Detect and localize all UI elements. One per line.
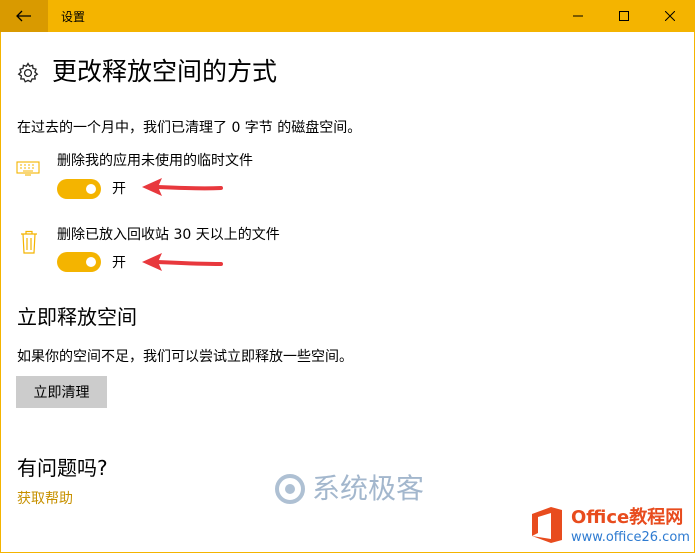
watermark-url: www.office26.com [571,530,690,545]
get-help-link[interactable]: 获取帮助 [17,488,73,508]
free-now-heading: 立即释放空间 [17,305,137,329]
window-title: 设置 [61,10,86,24]
help-heading: 有问题吗? [17,456,108,480]
maximize-button[interactable] [601,0,647,32]
watermark-text: 系统极客 [312,472,425,505]
free-now-description: 如果你的空间不足，我们可以尝试立即释放一些空间。 [17,349,353,365]
watermark-logo-icon [275,474,305,504]
trash-icon [21,230,37,254]
watermark-brand: Office教程网 [571,507,684,528]
clean-now-button[interactable]: 立即清理 [16,376,107,408]
toggle-knob [86,257,96,267]
recycle-bin-toggle[interactable] [57,252,101,272]
option-temp-files-label: 删除我的应用未使用的临时文件 [57,153,253,169]
close-icon [665,11,675,21]
office-logo-icon [532,507,562,543]
annotation-arrow-icon [142,178,223,196]
page-title: 更改释放空间的方式 [52,57,278,86]
annotation-arrow-icon [142,253,223,271]
temp-files-toggle[interactable] [57,179,101,199]
option-recycle-bin-label: 删除已放入回收站 30 天以上的文件 [57,227,280,243]
minimize-button[interactable] [555,0,601,32]
title-bar: 设置 [0,0,695,32]
keyboard-icon [16,161,40,176]
close-button[interactable] [647,0,693,32]
toggle-knob [86,184,96,194]
window-border-left [0,32,1,553]
temp-files-toggle-state: 开 [112,181,126,197]
recycle-bin-toggle-state: 开 [112,255,126,271]
gear-icon [17,62,39,83]
cleanup-summary: 在过去的一个月中，我们已清理了 0 字节 的磁盘空间。 [17,120,362,136]
back-button[interactable] [0,0,48,32]
back-arrow-icon [16,10,31,22]
minimize-icon [573,15,583,17]
maximize-icon [619,11,629,21]
